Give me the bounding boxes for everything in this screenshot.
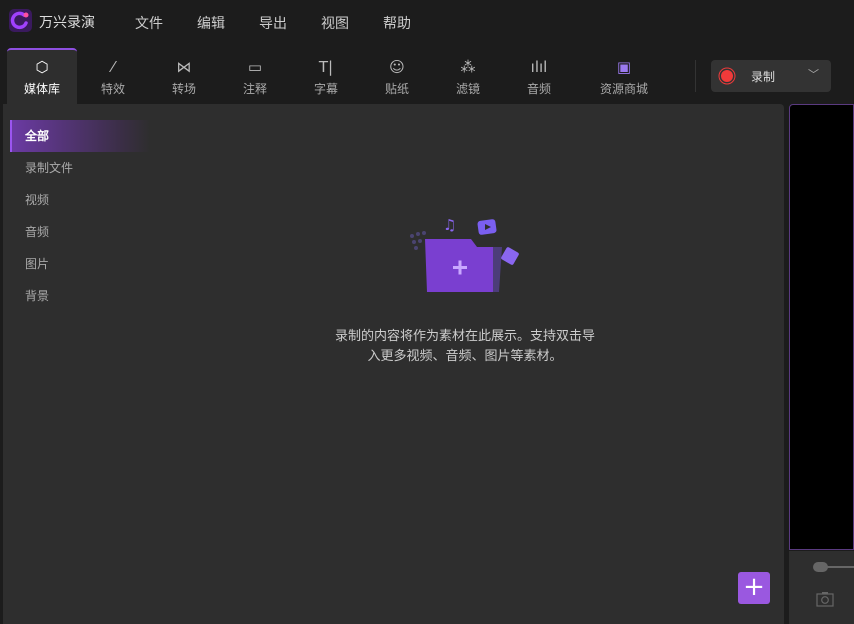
empty-folder-illustration: ♫ bbox=[410, 216, 519, 292]
tab-resource-store[interactable]: ▣ 资源商城 bbox=[589, 48, 659, 104]
filter-icon: ⁂ bbox=[460, 58, 476, 76]
plus-icon: + bbox=[743, 572, 765, 602]
app-title: 万兴录演 bbox=[39, 15, 95, 31]
tab-media-library[interactable]: ⬡ 媒体库 bbox=[7, 48, 77, 104]
tab-audio[interactable]: ılıl 音频 bbox=[504, 48, 574, 104]
text-icon: T| bbox=[318, 58, 334, 76]
sidebar-item-all[interactable]: 全部 bbox=[10, 120, 150, 152]
record-dot-icon bbox=[721, 70, 733, 82]
comment-icon: ▭ bbox=[247, 58, 263, 76]
magic-wand-icon: ⁄ bbox=[111, 58, 115, 76]
menu-export[interactable]: 导出 bbox=[259, 13, 287, 33]
audio-wave-icon: ılıl bbox=[530, 58, 548, 76]
menu-file[interactable]: 文件 bbox=[135, 13, 163, 33]
cube-icon: ⬡ bbox=[35, 58, 49, 76]
transition-icon: ⋈ bbox=[176, 58, 192, 76]
chevron-down-icon[interactable]: ﹀ bbox=[808, 66, 819, 82]
sidebar-item-video[interactable]: 视频 bbox=[10, 184, 150, 216]
menu-edit[interactable]: 编辑 bbox=[197, 13, 225, 33]
empty-line-1: 录制的内容将作为素材在此展示。支持双击导 bbox=[334, 329, 595, 344]
app-logo bbox=[9, 9, 32, 32]
tab-stickers[interactable]: ☺ 贴纸 bbox=[362, 48, 432, 104]
tab-filters[interactable]: ⁂ 滤镜 bbox=[433, 48, 503, 104]
sidebar-item-audio[interactable]: 音频 bbox=[10, 216, 150, 248]
menu-view[interactable]: 视图 bbox=[321, 13, 349, 33]
store-icon: ▣ bbox=[616, 58, 632, 76]
record-button[interactable]: 录制 ﹀ bbox=[711, 60, 831, 92]
empty-state-message: 录制的内容将作为素材在此展示。支持双击导 入更多视频、音频、图片等素材。 bbox=[300, 327, 630, 367]
camera-icon[interactable] bbox=[816, 591, 834, 607]
preview-controls bbox=[789, 551, 854, 624]
tab-effects[interactable]: ⁄ 特效 bbox=[78, 48, 148, 104]
sidebar-item-recordings[interactable]: 录制文件 bbox=[10, 152, 150, 184]
divider bbox=[695, 60, 696, 92]
menu-help[interactable]: 帮助 bbox=[383, 13, 411, 33]
sidebar-item-background[interactable]: 背景 bbox=[10, 280, 150, 312]
add-media-button[interactable]: + bbox=[738, 572, 770, 604]
record-label: 录制 bbox=[751, 70, 776, 84]
sidebar-item-images[interactable]: 图片 bbox=[10, 248, 150, 280]
preview-canvas bbox=[789, 104, 854, 550]
tab-captions[interactable]: T| 字幕 bbox=[291, 48, 361, 104]
svg-text:♫: ♫ bbox=[443, 216, 456, 234]
smiley-icon: ☺ bbox=[389, 58, 405, 76]
zoom-slider-handle[interactable] bbox=[813, 562, 828, 572]
tab-transitions[interactable]: ⋈ 转场 bbox=[149, 48, 219, 104]
tab-annotations[interactable]: ▭ 注释 bbox=[220, 48, 290, 104]
empty-line-2: 入更多视频、音频、图片等素材。 bbox=[367, 349, 563, 364]
